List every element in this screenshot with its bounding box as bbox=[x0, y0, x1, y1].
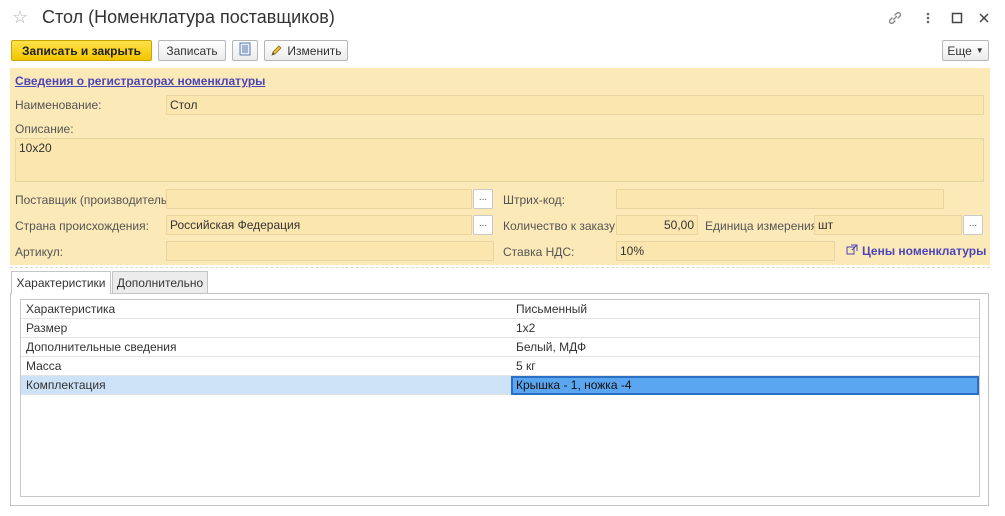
cell-value[interactable]: Письменный bbox=[511, 300, 979, 319]
save-button[interactable]: Записать bbox=[158, 40, 226, 61]
barcode-label: Штрих-код: bbox=[503, 193, 565, 207]
prices-link[interactable]: Цены номенклатуры bbox=[862, 244, 986, 258]
table-row[interactable]: Масса 5 кг bbox=[21, 357, 979, 376]
chevron-down-icon: ▼ bbox=[975, 46, 984, 55]
cell-value-editor[interactable]: Крышка - 1, ножка -4 bbox=[511, 376, 979, 395]
cell-value[interactable]: 1x2 bbox=[511, 319, 979, 338]
close-icon[interactable] bbox=[974, 8, 994, 28]
cell-name: Комплектация bbox=[26, 378, 106, 392]
description-label: Описание: bbox=[15, 122, 74, 136]
cell-value[interactable]: Белый, МДФ bbox=[511, 338, 979, 357]
maximize-icon[interactable] bbox=[947, 8, 967, 28]
supplier-label: Поставщик (производитель): bbox=[15, 193, 175, 207]
name-field[interactable]: Стол bbox=[166, 95, 984, 115]
country-field[interactable]: Российская Федерация bbox=[166, 215, 472, 235]
report-button[interactable] bbox=[232, 40, 258, 61]
star-icon[interactable]: ☆ bbox=[12, 7, 28, 28]
vat-field[interactable]: 10% bbox=[616, 241, 835, 261]
barcode-field[interactable] bbox=[616, 189, 944, 209]
more-icon[interactable] bbox=[918, 8, 938, 28]
table-row-selected[interactable]: Комплектация Крышка - 1, ножка -4 bbox=[21, 376, 979, 395]
cell-name: Характеристика bbox=[26, 302, 116, 316]
cell-name: Масса bbox=[26, 359, 62, 373]
description-field[interactable]: 10x20 bbox=[15, 138, 984, 182]
edit-button[interactable]: Изменить bbox=[264, 40, 348, 61]
open-link-icon bbox=[846, 244, 858, 256]
divider bbox=[10, 267, 990, 268]
document-list-icon bbox=[239, 42, 251, 59]
unit-label: Единица измерения: bbox=[705, 219, 821, 233]
order-qty-field[interactable]: 50,00 bbox=[616, 215, 698, 235]
table-row[interactable]: Характеристика Письменный bbox=[21, 300, 979, 319]
characteristics-table: Характеристика Письменный Размер 1x2 Доп… bbox=[20, 299, 980, 497]
window-title: Стол (Номенклатура поставщиков) bbox=[42, 7, 335, 27]
supplier-select-button[interactable]: ... bbox=[473, 189, 493, 209]
save-and-close-button[interactable]: Записать и закрыть bbox=[11, 40, 152, 61]
unit-field[interactable]: шт bbox=[814, 215, 962, 235]
cell-value[interactable]: 5 кг bbox=[511, 357, 979, 376]
more-label: Еще bbox=[947, 43, 972, 58]
name-label: Наименование: bbox=[15, 98, 102, 112]
supplier-field[interactable] bbox=[166, 189, 472, 209]
link-icon[interactable] bbox=[885, 8, 905, 28]
tab-characteristics[interactable]: Характеристики bbox=[11, 271, 111, 294]
unit-select-button[interactable]: ... bbox=[963, 215, 983, 235]
cell-name: Дополнительные сведения bbox=[26, 340, 177, 354]
country-label: Страна происхождения: bbox=[15, 219, 149, 233]
country-select-button[interactable]: ... bbox=[473, 215, 493, 235]
vat-label: Ставка НДС: bbox=[503, 245, 575, 259]
order-qty-label: Количество к заказу: bbox=[503, 219, 619, 233]
tab-additional[interactable]: Дополнительно bbox=[112, 271, 208, 293]
edit-button-label: Изменить bbox=[287, 43, 342, 58]
table-row[interactable]: Дополнительные сведения Белый, МДФ bbox=[21, 338, 979, 357]
registrars-link[interactable]: Сведения о регистраторах номенклатуры bbox=[15, 74, 265, 88]
cell-name: Размер bbox=[26, 321, 68, 335]
article-label: Артикул: bbox=[15, 245, 64, 259]
article-field[interactable] bbox=[166, 241, 494, 261]
table-row[interactable]: Размер 1x2 bbox=[21, 319, 979, 338]
pencil-icon bbox=[270, 44, 283, 57]
title-bar: ☆ Стол (Номенклатура поставщиков) bbox=[0, 0, 1005, 36]
more-actions-button[interactable]: Еще ▼ bbox=[942, 40, 989, 61]
